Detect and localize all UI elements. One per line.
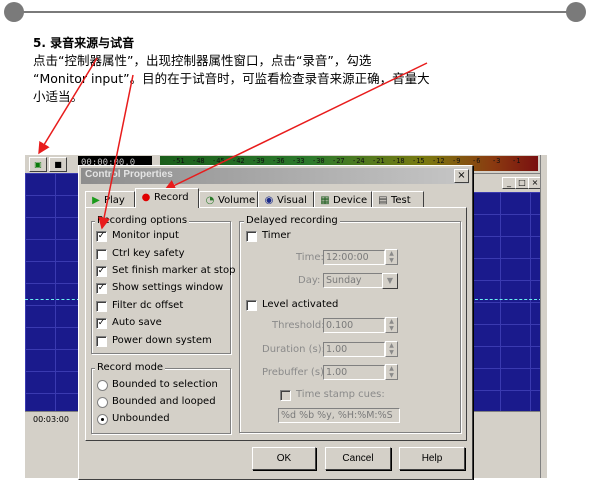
record-icon: ● xyxy=(141,192,151,203)
arrow-to-record-tab xyxy=(163,62,428,191)
tab-record-label: Record xyxy=(154,192,189,203)
arrow-to-monitor-input xyxy=(98,74,134,230)
annotation-arrows xyxy=(38,57,428,230)
tab-record[interactable]: ● Record xyxy=(135,188,199,208)
arrow-to-control-properties xyxy=(38,57,98,155)
